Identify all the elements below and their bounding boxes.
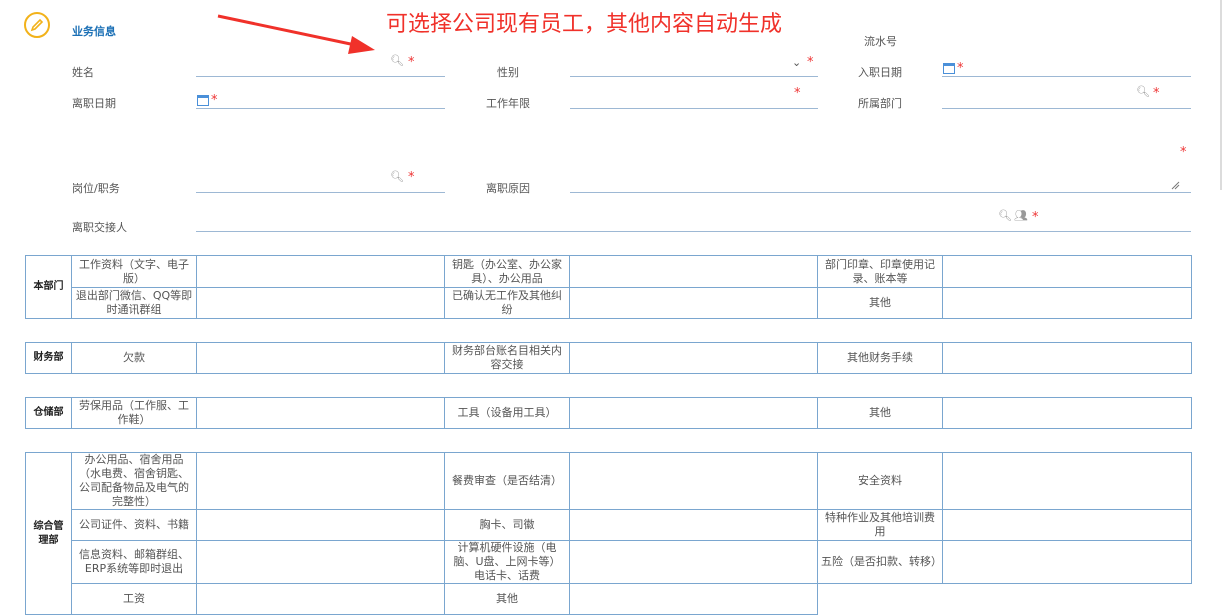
value-cell[interactable] <box>196 342 445 374</box>
hire-date-label: 入职日期 <box>858 66 902 79</box>
value-cell[interactable] <box>942 540 1192 584</box>
name-input[interactable] <box>196 76 445 77</box>
required-mark: * <box>1180 145 1187 160</box>
value-cell[interactable] <box>942 255 1192 288</box>
department-input[interactable] <box>942 108 1191 109</box>
user-group-icon[interactable]: 👥︎ <box>1014 209 1028 222</box>
handover-table: 综合管理部 办公用品、宿舍用品（水电费、宿舍钥匙、公司配备物品及电气的完整性） … <box>25 452 1192 615</box>
required-mark: * <box>957 61 964 76</box>
leave-date-label: 离职日期 <box>72 97 116 110</box>
item-label: 胸卡、司徽 <box>444 509 570 541</box>
value-cell[interactable] <box>196 397 445 429</box>
value-cell[interactable] <box>196 255 445 288</box>
resize-handle-icon[interactable] <box>1171 181 1180 190</box>
section-title: 业务信息 <box>72 25 116 38</box>
position-label: 岗位/职务 <box>72 182 120 195</box>
calendar-icon[interactable] <box>197 95 209 106</box>
scrollbar[interactable] <box>1220 0 1222 190</box>
required-mark: * <box>1153 86 1160 101</box>
handover-table: 仓储部 劳保用品（工作服、工作鞋） 工具（设备用工具） 其他 <box>25 397 1192 429</box>
required-mark: * <box>794 86 801 101</box>
required-mark: * <box>211 93 218 108</box>
value-cell[interactable] <box>942 452 1192 510</box>
required-mark: * <box>408 55 415 70</box>
dept-cell: 本部门 <box>25 255 72 319</box>
handover-table: 财务部 欠款 财务部台账名目相关内容交接 其他财务手续 <box>25 342 1192 374</box>
department-label: 所属部门 <box>858 97 902 110</box>
item-label: 安全资料 <box>817 452 943 510</box>
value-cell[interactable] <box>942 342 1192 374</box>
search-icon[interactable]: 🔍︎ <box>390 54 404 67</box>
value-cell[interactable] <box>569 583 818 615</box>
item-label: 信息资料、邮箱群组、ERP系统等即时退出 <box>71 540 197 584</box>
dept-cell: 综合管理部 <box>25 452 72 615</box>
value-cell[interactable] <box>196 540 445 584</box>
value-cell[interactable] <box>569 540 818 584</box>
item-label: 工具（设备用工具） <box>444 397 570 429</box>
required-mark: * <box>1032 210 1039 225</box>
leave-reason-label: 离职原因 <box>486 182 530 195</box>
value-cell[interactable] <box>942 509 1192 541</box>
gender-label: 性别 <box>497 66 519 79</box>
item-label: 欠款 <box>71 342 197 374</box>
handover-input[interactable] <box>196 231 1191 232</box>
annotation-arrow <box>217 14 375 54</box>
work-years-input[interactable] <box>570 108 818 109</box>
item-label: 计算机硬件设施（电脑、U盘、上网卡等）电话卡、话费 <box>444 540 570 584</box>
required-mark: * <box>807 55 814 70</box>
value-cell[interactable] <box>942 287 1192 319</box>
annotation-text: 可选择公司现有员工，其他内容自动生成 <box>386 12 783 37</box>
item-label: 特种作业及其他培训费用 <box>817 509 943 541</box>
position-input[interactable] <box>196 192 445 193</box>
value-cell[interactable] <box>569 397 818 429</box>
value-cell[interactable] <box>569 287 818 319</box>
item-label: 五险（是否扣款、转移） <box>817 540 943 584</box>
gender-select[interactable] <box>570 76 818 77</box>
item-label: 劳保用品（工作服、工作鞋） <box>71 397 197 429</box>
leave-reason-textarea[interactable] <box>570 192 1191 193</box>
value-cell[interactable] <box>569 342 818 374</box>
item-label: 其他 <box>817 287 943 319</box>
item-label: 办公用品、宿舍用品（水电费、宿舍钥匙、公司配备物品及电气的完整性） <box>71 452 197 510</box>
chevron-down-icon[interactable]: ⌄ <box>792 56 801 69</box>
edit-icon <box>24 12 50 38</box>
search-icon[interactable]: 🔍︎ <box>390 170 404 183</box>
work-years-label: 工作年限 <box>486 97 530 110</box>
item-label: 工作资料（文字、电子版） <box>71 255 197 288</box>
item-label: 部门印章、印章使用记录、账本等 <box>817 255 943 288</box>
dept-cell: 财务部 <box>25 342 72 374</box>
item-label: 钥匙（办公室、办公家具）、办公用品 <box>444 255 570 288</box>
handover-label: 离职交接人 <box>72 221 127 234</box>
search-icon[interactable]: 🔍︎ <box>998 209 1012 222</box>
calendar-icon[interactable] <box>943 63 955 74</box>
value-cell[interactable] <box>569 509 818 541</box>
required-mark: * <box>408 170 415 185</box>
empty-cell <box>943 584 1192 615</box>
item-label: 工资 <box>71 583 197 615</box>
item-label: 其他财务手续 <box>817 342 943 374</box>
item-label: 财务部台账名目相关内容交接 <box>444 342 570 374</box>
hire-date-input[interactable] <box>942 76 1191 77</box>
empty-cell <box>817 583 943 615</box>
name-label: 姓名 <box>72 66 94 79</box>
value-cell[interactable] <box>196 452 445 510</box>
value-cell[interactable] <box>196 583 445 615</box>
item-label: 餐费审查（是否结清） <box>444 452 570 510</box>
value-cell[interactable] <box>569 255 818 288</box>
item-label: 其他 <box>817 397 943 429</box>
leave-date-input[interactable] <box>196 108 445 109</box>
item-label: 退出部门微信、QQ等即时通讯群组 <box>71 287 197 319</box>
serial-label: 流水号 <box>864 35 897 48</box>
value-cell[interactable] <box>942 397 1192 429</box>
value-cell[interactable] <box>196 509 445 541</box>
value-cell[interactable] <box>196 287 445 319</box>
dept-cell: 仓储部 <box>25 397 72 429</box>
handover-table: 本部门 工作资料（文字、电子版） 钥匙（办公室、办公家具）、办公用品 部门印章、… <box>25 255 1192 319</box>
item-label: 公司证件、资料、书籍 <box>71 509 197 541</box>
item-label: 其他 <box>444 583 570 615</box>
item-label: 已确认无工作及其他纠纷 <box>444 287 570 319</box>
value-cell[interactable] <box>569 452 818 510</box>
search-icon[interactable]: 🔍︎ <box>1136 85 1150 98</box>
